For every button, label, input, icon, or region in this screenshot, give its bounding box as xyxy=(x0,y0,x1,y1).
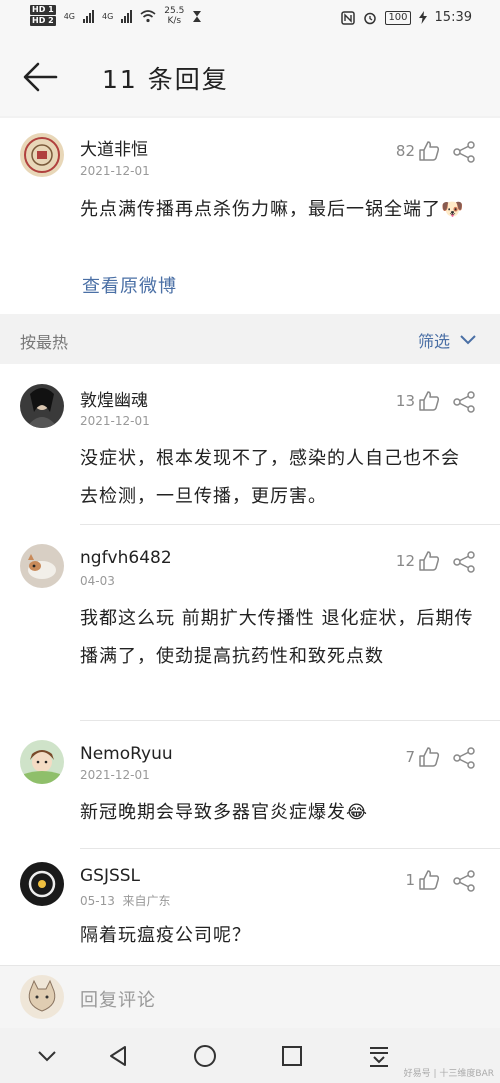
like-count: 12 xyxy=(395,552,415,570)
avatar[interactable] xyxy=(20,862,64,906)
back-arrow-icon[interactable] xyxy=(22,60,58,94)
comment-date: 2021-12-01 xyxy=(80,414,150,428)
sort-bar: 按最热 筛选 xyxy=(0,314,500,364)
comment-date: 04-03 xyxy=(80,574,115,588)
like-button[interactable]: 82 xyxy=(396,140,440,162)
post-text-content: 先点满传播再点杀伤力嘛，最后一锅全端了 xyxy=(80,199,441,220)
username[interactable]: 敦煌幽魂 xyxy=(80,386,148,411)
username[interactable]: ngfvh6482 xyxy=(80,548,172,568)
hourglass-icon xyxy=(193,10,202,22)
view-original-link[interactable]: 查看原微博 xyxy=(82,272,177,298)
like-count: 7 xyxy=(405,748,415,766)
sim-indicator: HD 1 HD 2 xyxy=(30,5,56,27)
thumbs-up-icon xyxy=(419,141,440,161)
signal-icon xyxy=(121,9,133,23)
speed-unit: K/s xyxy=(167,16,182,26)
status-bar: HD 1 HD 2 4G 4G 25.5 K/s 100 15:39 xyxy=(0,0,500,38)
share-icon[interactable] xyxy=(452,390,476,414)
alarm-icon xyxy=(364,12,377,24)
comment-list: 敦煌幽魂 2021-12-01 13 没症状，根本发现不了，感染的人自己也不会去… xyxy=(0,364,500,965)
main-post: 大道非恒 2021-12-01 82 先点满传播再点杀伤力嘛，最后一锅全端了🐶 … xyxy=(0,118,500,314)
chevron-down-icon[interactable] xyxy=(34,1043,60,1069)
like-count: 82 xyxy=(395,142,415,160)
comment-text: 我都这么玩 前期扩大传播性 退化症状，后期传播满了，使劲提高抗药性和致死点数 xyxy=(80,608,474,667)
thumbs-up-icon xyxy=(419,551,440,571)
laughing-emoji-icon: 😂 xyxy=(346,802,369,823)
charging-icon xyxy=(418,11,427,24)
network1-label: 4G xyxy=(63,11,75,21)
comment-location: 来自广东 xyxy=(122,894,171,908)
signal-icon xyxy=(82,9,94,23)
comment-date: 2021-12-01 xyxy=(80,768,150,782)
like-button[interactable]: 7 xyxy=(405,746,440,768)
avatar[interactable] xyxy=(20,544,64,588)
like-count: 13 xyxy=(395,392,415,410)
username[interactable]: GSJSSL xyxy=(80,866,140,886)
wifi-icon xyxy=(140,9,156,22)
share-icon[interactable] xyxy=(452,550,476,574)
battery-icon: 100 xyxy=(385,10,411,25)
avatar[interactable] xyxy=(20,133,64,177)
divider xyxy=(80,524,500,525)
title-bar: 11 条回复 xyxy=(0,38,500,116)
comment-text: 隔着玩瘟疫公司呢？ xyxy=(80,925,251,946)
post-text: 先点满传播再点杀伤力嘛，最后一锅全端了🐶 xyxy=(80,191,478,229)
watermark: 好易号 | 十三维度BAR xyxy=(403,1069,494,1079)
like-button[interactable]: 12 xyxy=(396,550,440,572)
reply-bar: 回复评论 xyxy=(0,965,500,1028)
thumbs-up-icon xyxy=(419,747,440,767)
divider xyxy=(80,848,500,849)
network2-label: 4G xyxy=(101,11,114,21)
filter-label: 筛选 xyxy=(417,332,450,351)
username[interactable]: NemoRyuu xyxy=(80,744,173,764)
network-speed: 25.5 K/s xyxy=(164,6,184,26)
home-circle-icon[interactable] xyxy=(192,1043,218,1069)
avatar[interactable] xyxy=(20,740,64,784)
username[interactable]: 大道非恒 xyxy=(80,135,148,160)
share-icon[interactable] xyxy=(452,869,476,893)
comment-date-value: 05-13 xyxy=(80,894,115,908)
filter-button[interactable]: 筛选 xyxy=(418,328,476,352)
recents-square-icon[interactable] xyxy=(279,1043,305,1069)
comment-text-content: 新冠晚期会导致多器官炎症爆发 xyxy=(80,802,346,823)
like-count: 1 xyxy=(405,871,415,889)
like-button[interactable]: 1 xyxy=(405,869,440,891)
divider xyxy=(80,720,500,721)
nfc-icon xyxy=(341,10,356,25)
comment-text: 没症状，根本发现不了，感染的人自己也不会去检测，一旦传播，更厉害。 xyxy=(80,448,460,507)
back-triangle-icon[interactable] xyxy=(106,1043,132,1069)
share-icon[interactable] xyxy=(452,746,476,770)
avatar[interactable] xyxy=(20,384,64,428)
speed-value: 25.5 xyxy=(164,6,185,16)
comment-text: 新冠晚期会导致多器官炎症爆发😂 xyxy=(80,794,478,832)
sort-by-hot[interactable]: 按最热 xyxy=(20,329,68,353)
notification-drawer-icon[interactable] xyxy=(366,1043,392,1069)
page-title: 11 条回复 xyxy=(102,65,229,94)
thumbs-up-icon xyxy=(419,391,440,411)
sim2-label: HD 2 xyxy=(30,16,56,26)
like-button[interactable]: 13 xyxy=(396,390,440,412)
sim1-label: HD 1 xyxy=(30,5,56,15)
chevron-down-icon xyxy=(460,335,476,345)
post-date: 2021-12-01 xyxy=(80,164,150,178)
comment-date: 05-13 来自广东 xyxy=(80,892,171,909)
avatar xyxy=(20,975,64,1019)
reply-input[interactable]: 回复评论 xyxy=(80,986,156,1012)
thumbs-up-icon xyxy=(419,870,440,890)
system-nav-bar: 好易号 | 十三维度BAR xyxy=(0,1028,500,1083)
share-icon[interactable] xyxy=(452,140,476,164)
dog-emoji-icon: 🐶 xyxy=(441,199,465,220)
clock: 15:39 xyxy=(434,10,472,25)
